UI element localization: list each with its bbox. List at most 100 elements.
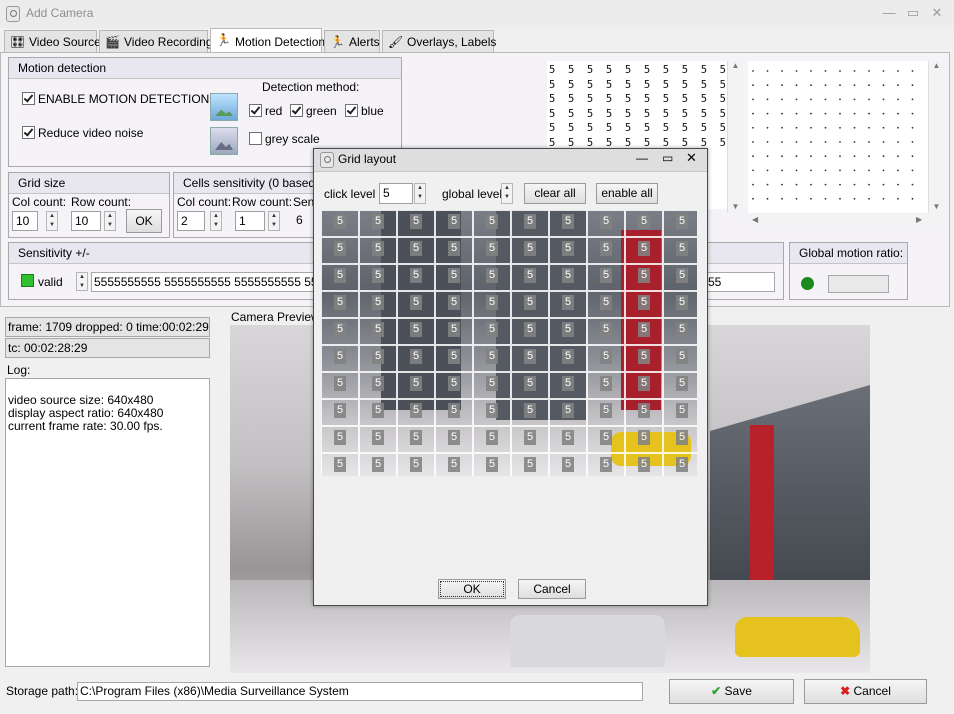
grid-cell[interactable]: 5 [359, 372, 397, 399]
col-count-input[interactable]: 10 [12, 211, 38, 231]
green-checkbox[interactable]: green [290, 104, 337, 118]
grid-cell[interactable]: 5 [473, 426, 511, 453]
grid-cell[interactable]: 5 [625, 372, 663, 399]
grid-cell[interactable]: 5 [473, 372, 511, 399]
grid-text-scrollbar[interactable]: ▲ ▼ [727, 61, 743, 213]
grid-cell[interactable]: 5 [511, 399, 549, 426]
grid-cell[interactable]: 5 [321, 210, 359, 237]
cells-sens-input[interactable]: 6 [293, 211, 315, 231]
clear-all-button[interactable]: clear all [524, 183, 586, 204]
enable-motion-checkbox[interactable]: ENABLE MOTION DETECTION [22, 92, 209, 106]
grid-cell[interactable]: 5 [663, 210, 697, 237]
reduce-noise-checkbox[interactable]: Reduce video noise [22, 126, 143, 140]
grid-cell[interactable]: 5 [359, 453, 397, 476]
grid-cell[interactable]: 5 [625, 237, 663, 264]
grid-cell[interactable]: 5 [359, 291, 397, 318]
grid-cell[interactable]: 5 [473, 399, 511, 426]
grid-cell[interactable]: 5 [587, 426, 625, 453]
dialog-maximize-icon[interactable]: ▭ [662, 151, 673, 165]
grid-cell[interactable]: 5 [625, 318, 663, 345]
grid-cell[interactable]: 5 [663, 399, 697, 426]
grid-cell[interactable]: 5 [321, 453, 359, 476]
grid-layout-image[interactable]: 5 5 5 5 5 5 5 5 5 5 5 5 5 5 5 5 5 5 5 5 5 5 5 5 5 5 5 5 5 5 5 5 5 5 5 5 5 5 5 5… [321, 210, 697, 476]
cells-col-stepper[interactable]: ▲ ▼ [210, 211, 222, 231]
grid-cell[interactable]: 5 [587, 372, 625, 399]
dialog-ok-button[interactable]: OK [438, 579, 506, 599]
grid-cell[interactable]: 5 [511, 345, 549, 372]
grid-cell[interactable]: 5 [625, 426, 663, 453]
dots-horizontal-scrollbar[interactable]: ◀ ▶ [748, 213, 943, 227]
grid-cell[interactable]: 5 [625, 291, 663, 318]
grid-cell[interactable]: 5 [359, 345, 397, 372]
grid-cell[interactable]: 5 [549, 210, 587, 237]
grid-cell[interactable]: 5 [511, 426, 549, 453]
close-icon[interactable]: ✕ [926, 4, 948, 22]
grid-cell[interactable]: 5 [321, 237, 359, 264]
grid-cell[interactable]: 5 [587, 318, 625, 345]
grid-cell[interactable]: 5 [663, 345, 697, 372]
grid-cell[interactable]: 5 [473, 210, 511, 237]
click-level-stepper[interactable]: ▲ ▼ [414, 183, 426, 204]
grid-cell[interactable]: 5 [321, 264, 359, 291]
grid-cell[interactable]: 5 [397, 399, 435, 426]
grid-cell[interactable]: 5 [435, 453, 473, 476]
grid-cell[interactable]: 5 [359, 318, 397, 345]
grid-cell[interactable]: 5 [549, 453, 587, 476]
grid-cell[interactable]: 5 [473, 318, 511, 345]
grid-cell[interactable]: 5 [511, 318, 549, 345]
grid-cell[interactable]: 5 [549, 426, 587, 453]
grid-cell[interactable]: 5 [549, 345, 587, 372]
blue-checkbox[interactable]: blue [345, 104, 384, 118]
grid-cell[interactable]: 5 [587, 453, 625, 476]
grid-cell[interactable]: 5 [397, 264, 435, 291]
tab-alerts[interactable]: 🏃 Alerts [324, 30, 380, 52]
cells-col-input[interactable]: 2 [177, 211, 205, 231]
grid-cell[interactable]: 5 [511, 372, 549, 399]
grid-cell[interactable]: 5 [397, 372, 435, 399]
grid-cell[interactable]: 5 [549, 399, 587, 426]
grid-cell[interactable]: 5 [473, 453, 511, 476]
grid-cell[interactable]: 5 [321, 345, 359, 372]
grid-cell[interactable]: 5 [625, 399, 663, 426]
grid-cell[interactable]: 5 [663, 237, 697, 264]
grid-cell[interactable]: 5 [321, 399, 359, 426]
click-level-input[interactable]: 5 [379, 183, 413, 204]
grid-cell[interactable]: 5 [435, 426, 473, 453]
global-level-stepper[interactable]: ▲ ▼ [501, 183, 513, 204]
grid-cell[interactable]: 5 [587, 291, 625, 318]
dialog-minimize-icon[interactable]: — [636, 151, 648, 165]
grid-cell[interactable]: 5 [397, 426, 435, 453]
grid-cell[interactable]: 5 [473, 237, 511, 264]
grid-cell[interactable]: 5 [549, 372, 587, 399]
red-checkbox[interactable]: red [249, 104, 282, 118]
grid-cell[interactable]: 5 [473, 345, 511, 372]
log-area[interactable]: video source size: 640x480 display aspec… [5, 378, 210, 667]
grid-cell[interactable]: 5 [549, 318, 587, 345]
image-picker-icon[interactable] [210, 93, 238, 121]
minimize-icon[interactable]: — [878, 4, 900, 22]
grid-cell[interactable]: 5 [587, 345, 625, 372]
grid-cell[interactable]: 5 [473, 264, 511, 291]
grid-cell[interactable]: 5 [321, 291, 359, 318]
grid-cell[interactable]: 5 [511, 453, 549, 476]
grid-cell[interactable]: 5 [435, 399, 473, 426]
grid-cell[interactable]: 5 [549, 264, 587, 291]
col-count-stepper[interactable]: ▲ ▼ [46, 211, 58, 231]
grid-cell[interactable]: 5 [321, 372, 359, 399]
grid-cell[interactable]: 5 [625, 453, 663, 476]
grid-cell[interactable]: 5 [663, 426, 697, 453]
grid-cell[interactable]: 5 [663, 453, 697, 476]
maximize-icon[interactable]: ▭ [902, 4, 924, 22]
grid-cell[interactable]: 5 [397, 318, 435, 345]
image-compare-icon[interactable] [210, 127, 238, 155]
save-button[interactable]: ✔ Save [669, 679, 794, 704]
grid-cell[interactable]: 5 [435, 264, 473, 291]
grid-cell[interactable]: 5 [435, 345, 473, 372]
grid-cell[interactable]: 5 [435, 372, 473, 399]
grid-cell[interactable]: 5 [663, 264, 697, 291]
grid-cell[interactable]: 5 [587, 237, 625, 264]
tab-overlays-labels[interactable]: 🖌 Overlays, Labels [382, 30, 496, 52]
grid-cell[interactable]: 5 [511, 291, 549, 318]
grid-cell[interactable]: 5 [397, 237, 435, 264]
grid-cell[interactable]: 5 [625, 210, 663, 237]
